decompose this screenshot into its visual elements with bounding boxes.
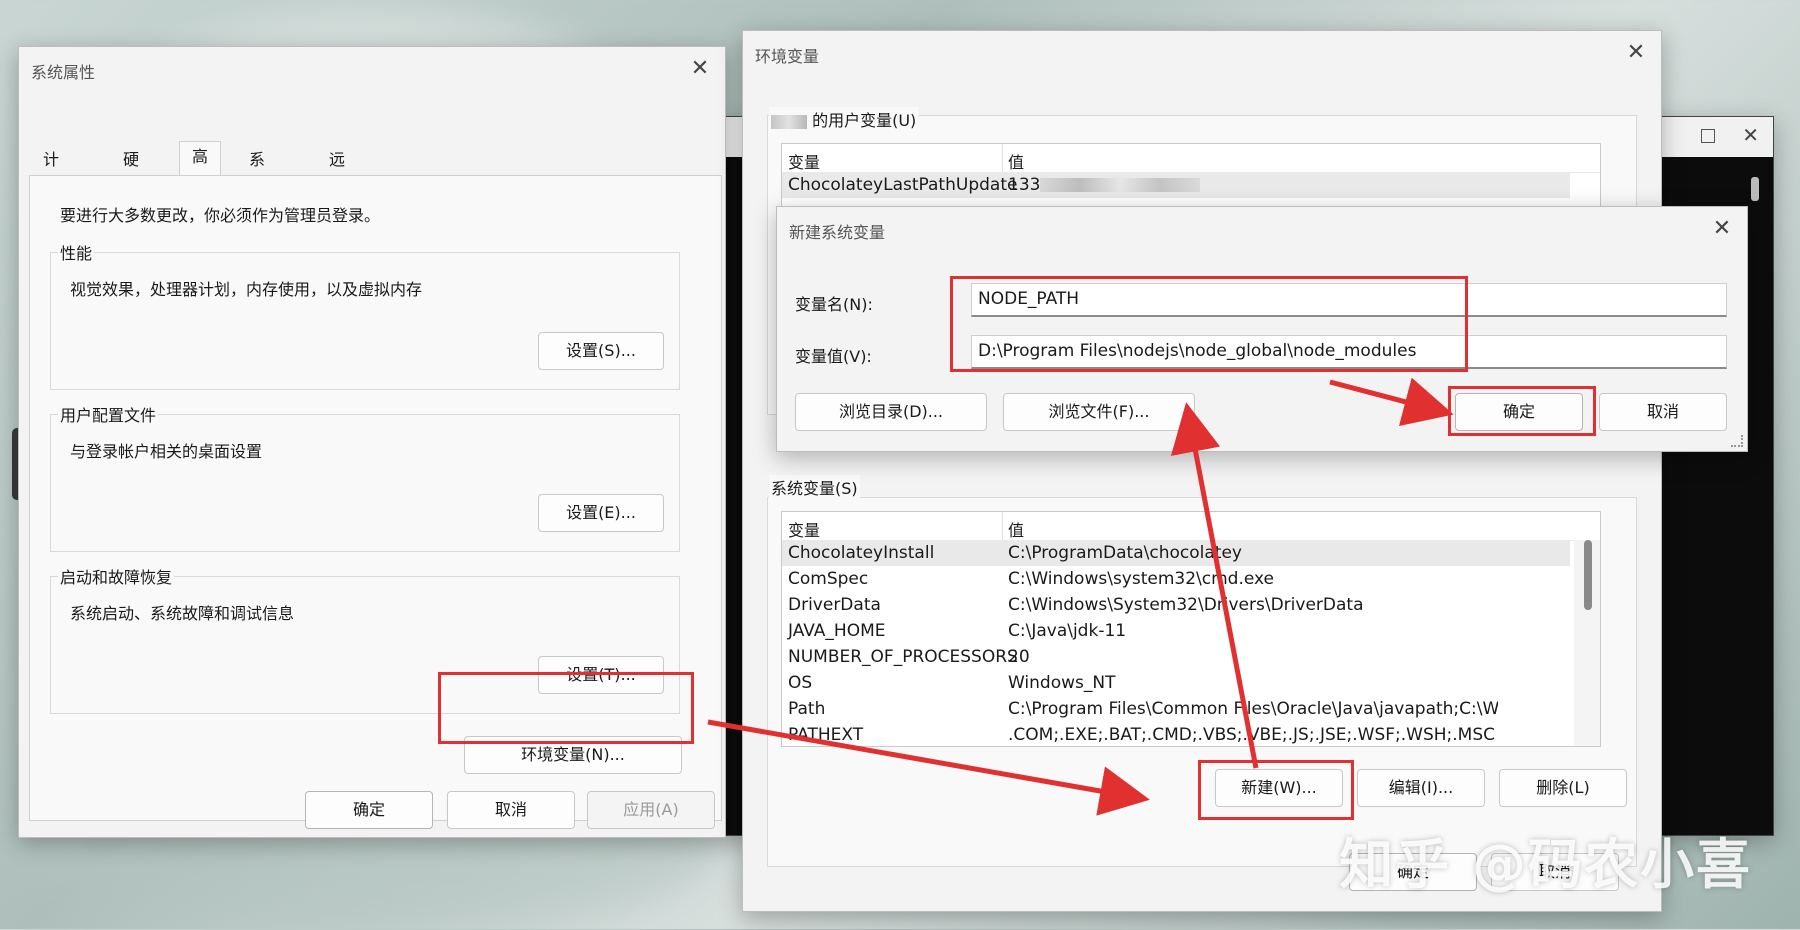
close-icon[interactable]: ✕	[1621, 39, 1651, 67]
system-variables-label: 系统变量(S)	[769, 475, 860, 499]
scrollbar[interactable]	[1574, 540, 1600, 746]
titlebar: 系统属性 ✕	[19, 47, 725, 91]
column-header-value[interactable]: 值	[1008, 149, 1024, 173]
dialog-title: 新建系统变量	[789, 223, 886, 242]
user-variables-label-text: 的用户变量(U)	[812, 111, 917, 130]
admin-note: 要进行大多数更改，你必须作为管理员登录。	[60, 206, 381, 225]
annotation-box-ok-button	[1448, 386, 1596, 436]
close-icon[interactable]: ✕	[685, 55, 715, 83]
close-icon[interactable]: ✕	[1742, 123, 1759, 147]
performance-settings-button[interactable]: 设置(S)...	[538, 332, 664, 370]
variable-value: 20	[1008, 647, 1030, 667]
column-divider[interactable]	[1002, 144, 1003, 172]
table-row[interactable]: JAVA_HOME C:\Java\jdk-11	[782, 618, 1570, 644]
variable-name: ComSpec	[788, 569, 869, 589]
titlebar: 环境变量 ✕	[743, 31, 1661, 75]
tab-remote[interactable]: 远程	[323, 145, 351, 199]
username-redacted	[771, 114, 807, 129]
table-row[interactable]: PATHEXT .COM;.EXE;.BAT;.CMD;.VBS;.VBE;.J…	[782, 722, 1570, 746]
variable-value: C:\ProgramData\chocolatey	[1008, 543, 1242, 563]
table-row[interactable]: OS Windows_NT	[782, 670, 1570, 696]
tab-computer-name[interactable]: 计算机名	[37, 145, 65, 259]
user-profiles-settings-button[interactable]: 设置(E)...	[538, 494, 664, 532]
cancel-button[interactable]: 取消	[447, 791, 575, 829]
user-profiles-desc: 与登录帐户相关的桌面设置	[70, 442, 263, 461]
tab-advanced[interactable]: 高级	[179, 141, 222, 196]
list-item[interactable]: ChocolateyLastPathUpdate 133	[782, 172, 1570, 198]
window-title: 系统属性	[31, 63, 96, 82]
edit-variable-button[interactable]: 编辑(I)...	[1357, 769, 1485, 807]
delete-variable-button[interactable]: 删除(L)	[1499, 769, 1627, 807]
maximize-icon[interactable]	[1701, 129, 1715, 143]
annotation-box-env-button	[438, 672, 694, 744]
variable-name: ChocolateyLastPathUpdate	[788, 175, 1018, 195]
ok-button[interactable]: 确定	[305, 791, 433, 829]
column-header-value[interactable]: 值	[1008, 517, 1024, 541]
variable-name: PATHEXT	[788, 725, 864, 745]
column-header-variable[interactable]: 变量	[788, 517, 820, 541]
cancel-button[interactable]: 取消	[1599, 393, 1727, 431]
system-variables-list[interactable]: 变量 值 ChocolateyInstall C:\ProgramData\ch…	[781, 511, 1601, 747]
watermark-text: 知乎 @码农小喜	[1339, 833, 1752, 896]
column-header-variable[interactable]: 变量	[788, 149, 820, 173]
list-header: 变量 值	[782, 512, 1600, 541]
close-icon[interactable]: ✕	[1707, 215, 1737, 243]
startup-recovery-desc: 系统启动、系统故障和调试信息	[70, 604, 295, 623]
redacted-value	[1040, 178, 1201, 192]
table-row[interactable]: NUMBER_OF_PROCESSORS 20	[782, 644, 1570, 670]
terminal-scrollbar[interactable]	[1751, 177, 1759, 201]
browse-directory-button[interactable]: 浏览目录(D)...	[795, 393, 987, 431]
tab-hardware[interactable]: 硬件	[117, 145, 145, 199]
performance-label: 性能	[58, 240, 95, 264]
annotation-box-fields	[950, 276, 1468, 372]
startup-recovery-label: 启动和故障恢复	[58, 564, 175, 588]
browse-file-button[interactable]: 浏览文件(F)...	[1003, 393, 1195, 431]
annotation-box-new-button	[1198, 760, 1354, 820]
variable-name: JAVA_HOME	[788, 621, 886, 641]
scrollbar-thumb[interactable]	[1584, 540, 1592, 610]
apply-button[interactable]: 应用(A)	[587, 791, 715, 829]
variable-name-label: 变量名(N):	[795, 295, 873, 314]
variable-value: C:\Windows\System32\Drivers\DriverData	[1008, 595, 1364, 615]
variable-name: DriverData	[788, 595, 881, 615]
variable-name: ChocolateyInstall	[788, 543, 935, 563]
table-row[interactable]: Path C:\Program Files\Common Files\Oracl…	[782, 696, 1570, 722]
table-row[interactable]: ChocolateyInstall C:\ProgramData\chocola…	[782, 540, 1570, 566]
variable-value: .COM;.EXE;.BAT;.CMD;.VBS;.VBE;.JS;.JSE;.…	[1008, 725, 1496, 745]
titlebar: 新建系统变量 ✕	[777, 207, 1747, 251]
list-header: 变量 值	[782, 144, 1600, 173]
performance-desc: 视觉效果，处理器计划，内存使用，以及虚拟内存	[70, 280, 423, 299]
user-profiles-label: 用户配置文件	[58, 402, 159, 426]
variable-value: 133	[1008, 175, 1201, 195]
variable-name: NUMBER_OF_PROCESSORS	[788, 647, 1018, 667]
table-row[interactable]: DriverData C:\Windows\System32\Drivers\D…	[782, 592, 1570, 618]
variable-value: C:\Java\jdk-11	[1008, 621, 1127, 641]
variable-value-label: 变量值(V):	[795, 347, 872, 366]
user-variables-label: 的用户变量(U)	[769, 107, 919, 131]
window-title: 环境变量	[755, 47, 820, 66]
variable-value-text: 133	[1008, 175, 1041, 195]
variable-value: C:\Program Files\Common Files\Oracle\Jav…	[1008, 699, 1498, 719]
column-divider[interactable]	[1002, 512, 1003, 540]
variable-name: OS	[788, 673, 813, 693]
variable-value: Windows_NT	[1008, 673, 1116, 693]
variable-name: Path	[788, 699, 826, 719]
resize-grip-icon[interactable]	[1731, 435, 1743, 447]
tab-system-protection[interactable]: 系统保护	[243, 145, 271, 259]
variable-value: C:\Windows\system32\cmd.exe	[1008, 569, 1275, 589]
table-row[interactable]: ComSpec C:\Windows\system32\cmd.exe	[782, 566, 1570, 592]
